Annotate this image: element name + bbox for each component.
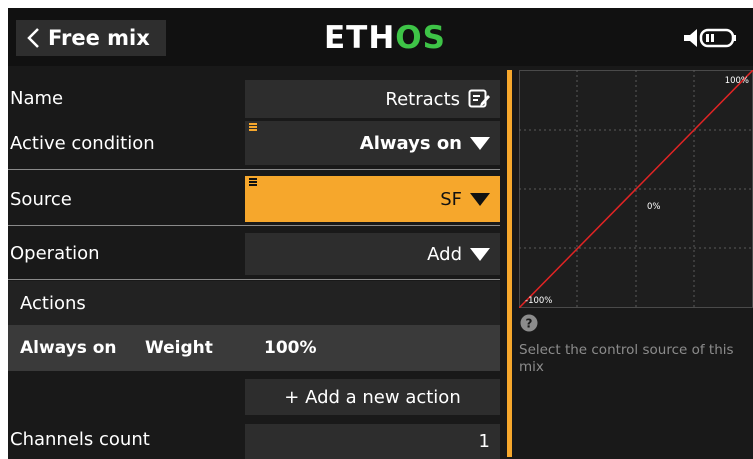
channels-count-label: Channels count (10, 429, 150, 450)
speaker-icon[interactable] (682, 27, 738, 49)
menu-icon (249, 123, 257, 131)
dropdown-arrow-icon (470, 247, 490, 261)
logo-part-1: ETH (324, 20, 396, 56)
focus-indicator-bar (507, 70, 512, 457)
logo-part-2: OS (395, 20, 446, 56)
divider (8, 169, 500, 170)
page-title: Free mix (48, 26, 150, 50)
graph-label-top: 100% (725, 76, 749, 86)
action-row[interactable]: Always on Weight 100% (8, 325, 500, 371)
graph-label-center: 0% (647, 202, 661, 212)
actions-header: Actions (8, 281, 500, 325)
svg-text:?: ? (526, 317, 533, 331)
divider (8, 225, 500, 226)
action-condition: Always on (20, 338, 117, 358)
active-condition-value: Always on (359, 132, 462, 154)
divider (8, 279, 500, 280)
help-icon: ? (520, 314, 538, 332)
dropdown-arrow-icon (470, 192, 490, 206)
screen: Free mix ETHOS Name Retracts Active cond… (8, 8, 753, 459)
action-param: Weight (145, 338, 213, 358)
name-label: Name (10, 88, 64, 109)
source-label: Source (10, 189, 72, 210)
operation-value: Add (427, 243, 462, 265)
active-condition-dropdown[interactable]: Always on (245, 121, 500, 165)
operation-label: Operation (10, 243, 100, 264)
source-dropdown[interactable]: SF (245, 176, 500, 222)
name-field[interactable]: Retracts (245, 80, 500, 118)
ethos-logo: ETHOS (324, 20, 446, 56)
channels-count-field[interactable]: 1 (245, 424, 500, 459)
help-text: Select the control source of this mix (519, 342, 734, 375)
active-condition-label: Active condition (10, 133, 155, 154)
source-value: SF (440, 188, 462, 210)
graph-label-bottom: -100% (525, 296, 552, 306)
actions-title: Actions (20, 292, 86, 314)
chevron-left-icon (27, 28, 39, 48)
menu-icon (249, 178, 257, 186)
curve-graph: 100% 0% -100% (519, 70, 753, 308)
action-value: 100% (264, 338, 317, 358)
back-button[interactable]: Free mix (16, 20, 166, 56)
header-bar: Free mix ETHOS (8, 8, 753, 66)
operation-dropdown[interactable]: Add (245, 233, 500, 275)
edit-icon (468, 89, 490, 108)
channels-count-value: 1 (478, 431, 490, 452)
name-value: Retracts (385, 88, 460, 110)
add-action-button[interactable]: + Add a new action (245, 379, 500, 415)
dropdown-arrow-icon (470, 136, 490, 150)
